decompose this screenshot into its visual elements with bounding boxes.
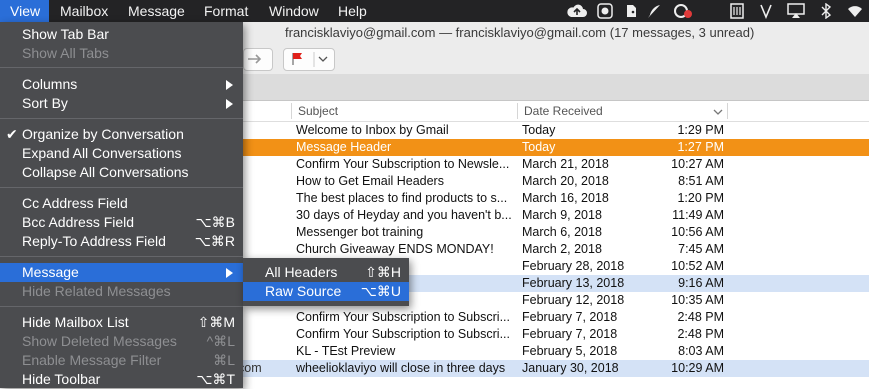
message-subject: KL - TEst Preview: [296, 344, 396, 358]
message-subject: wheelioklaviyo will close in three days: [296, 361, 506, 375]
message-date: January 30, 2018: [522, 361, 619, 375]
message-subject: Message Header: [296, 140, 392, 154]
message-subject: Confirm Your Subscription to Subscri...: [296, 327, 510, 341]
message-date: February 5, 2018: [522, 344, 618, 358]
message-time: 2:48 PM: [677, 310, 724, 324]
submenu-arrow-icon: [226, 99, 233, 109]
menu-help[interactable]: Help: [338, 0, 367, 22]
message-date: February 13, 2018: [522, 276, 625, 290]
window-title-text: franciskla​viyo@gmail.com — franciskla​v…: [285, 25, 755, 40]
message-time: 9:16 AM: [678, 276, 724, 290]
column-subject[interactable]: Subject: [298, 101, 338, 121]
menu-item-hide-mailbox-list[interactable]: Hide Mailbox List ⇧⌘M: [0, 313, 243, 332]
menu-bar: View Mailbox Message Format Window Help: [0, 0, 869, 22]
submenu-arrow-icon: [226, 268, 233, 278]
message-subject: Church Giveaway ENDS MONDAY!: [296, 242, 494, 256]
menu-format[interactable]: Format: [204, 0, 248, 22]
menu-item-all-headers[interactable]: All Headers ⇧⌘H: [243, 263, 409, 282]
menu-item-columns[interactable]: Columns: [0, 75, 243, 94]
message-time: 1:29 PM: [677, 123, 724, 137]
message-subject: The best places to find products to s...: [296, 191, 508, 205]
menu-window[interactable]: Window: [269, 0, 319, 22]
message-date: March 21, 2018: [522, 157, 609, 171]
menu-item-raw-source[interactable]: Raw Source ⌥⌘U: [243, 282, 409, 301]
message-subject: Welcome to Inbox by Gmail: [296, 123, 449, 137]
message-submenu: All Headers ⇧⌘H Raw Source ⌥⌘U: [243, 258, 409, 306]
message-time: 8:03 AM: [678, 344, 724, 358]
menu-mailbox[interactable]: Mailbox: [60, 0, 108, 22]
view-menu: Show Tab Bar Show All Tabs Columns Sort …: [0, 22, 243, 388]
message-date: February 28, 2018: [522, 259, 625, 273]
message-time: 1:27 PM: [677, 140, 724, 154]
message-date: February 7, 2018: [522, 310, 618, 324]
menu-item-hide-related[interactable]: Hide Related Messages: [0, 282, 243, 301]
message-date: March 2, 2018: [522, 242, 602, 256]
flag-button[interactable]: [283, 48, 335, 71]
menu-message[interactable]: Message: [128, 0, 185, 22]
sort-chevron-icon: [713, 109, 723, 115]
message-subject: Confirm Your Subscription to Subscri...: [296, 310, 510, 324]
message-from: com: [238, 361, 262, 375]
message-subject: Confirm Your Subscription to Newsle...: [296, 157, 510, 171]
message-time: 10:35 AM: [671, 293, 724, 307]
menu-item-sort-by[interactable]: Sort By: [0, 94, 243, 113]
menu-item-show-all-tabs[interactable]: Show All Tabs: [0, 44, 243, 63]
menu-item-hide-toolbar[interactable]: Hide Toolbar ⌥⌘T: [0, 370, 243, 389]
message-time: 10:52 AM: [671, 259, 724, 273]
column-date-received[interactable]: Date Received: [524, 101, 603, 121]
message-time: 1:20 PM: [677, 191, 724, 205]
message-date: Today: [522, 140, 556, 154]
menu-item-show-deleted[interactable]: Show Deleted Messages ^⌘L: [0, 332, 243, 351]
checkmark-icon: ✔: [6, 126, 18, 142]
menu-item-organize-by-conversation[interactable]: ✔ Organize by Conversation: [0, 125, 243, 144]
flag-icon: [292, 53, 302, 65]
forward-button[interactable]: [243, 48, 273, 71]
message-time: 8:51 AM: [678, 174, 724, 188]
message-date: February 7, 2018: [522, 327, 618, 341]
message-time: 7:45 AM: [678, 242, 724, 256]
message-date: Today: [522, 123, 556, 137]
menu-item-bcc-field[interactable]: Bcc Address Field ⌥⌘B: [0, 213, 243, 232]
menu-item-show-tab-bar[interactable]: Show Tab Bar: [0, 25, 243, 44]
message-subject: 30 days of Heyday and you haven't b...: [296, 208, 512, 222]
message-date: March 6, 2018: [522, 225, 602, 239]
forward-arrow-icon: [248, 54, 262, 64]
message-time: 10:56 AM: [671, 225, 724, 239]
menu-item-cc-field[interactable]: Cc Address Field: [0, 194, 243, 213]
message-subject: Messenger bot training: [296, 225, 424, 239]
menu-item-expand-all[interactable]: Expand All Conversations: [0, 144, 243, 163]
message-date: March 9, 2018: [522, 208, 602, 222]
menu-item-message[interactable]: Message: [0, 263, 243, 282]
chevron-down-icon: [318, 56, 328, 62]
message-time: 10:29 AM: [671, 361, 724, 375]
submenu-arrow-icon: [226, 80, 233, 90]
message-subject: How to Get Email Headers: [296, 174, 444, 188]
message-date: March 16, 2018: [522, 191, 609, 205]
menu-item-reply-to-field[interactable]: Reply-To Address Field ⌥⌘R: [0, 232, 243, 251]
message-time: 2:48 PM: [677, 327, 724, 341]
menu-item-enable-filter[interactable]: Enable Message Filter ⌘L: [0, 351, 243, 370]
message-time: 10:27 AM: [671, 157, 724, 171]
menu-view[interactable]: View: [0, 0, 49, 22]
message-date: February 12, 2018: [522, 293, 625, 307]
message-time: 11:49 AM: [672, 208, 724, 222]
menu-item-collapse-all[interactable]: Collapse All Conversations: [0, 163, 243, 182]
message-date: March 20, 2018: [522, 174, 609, 188]
